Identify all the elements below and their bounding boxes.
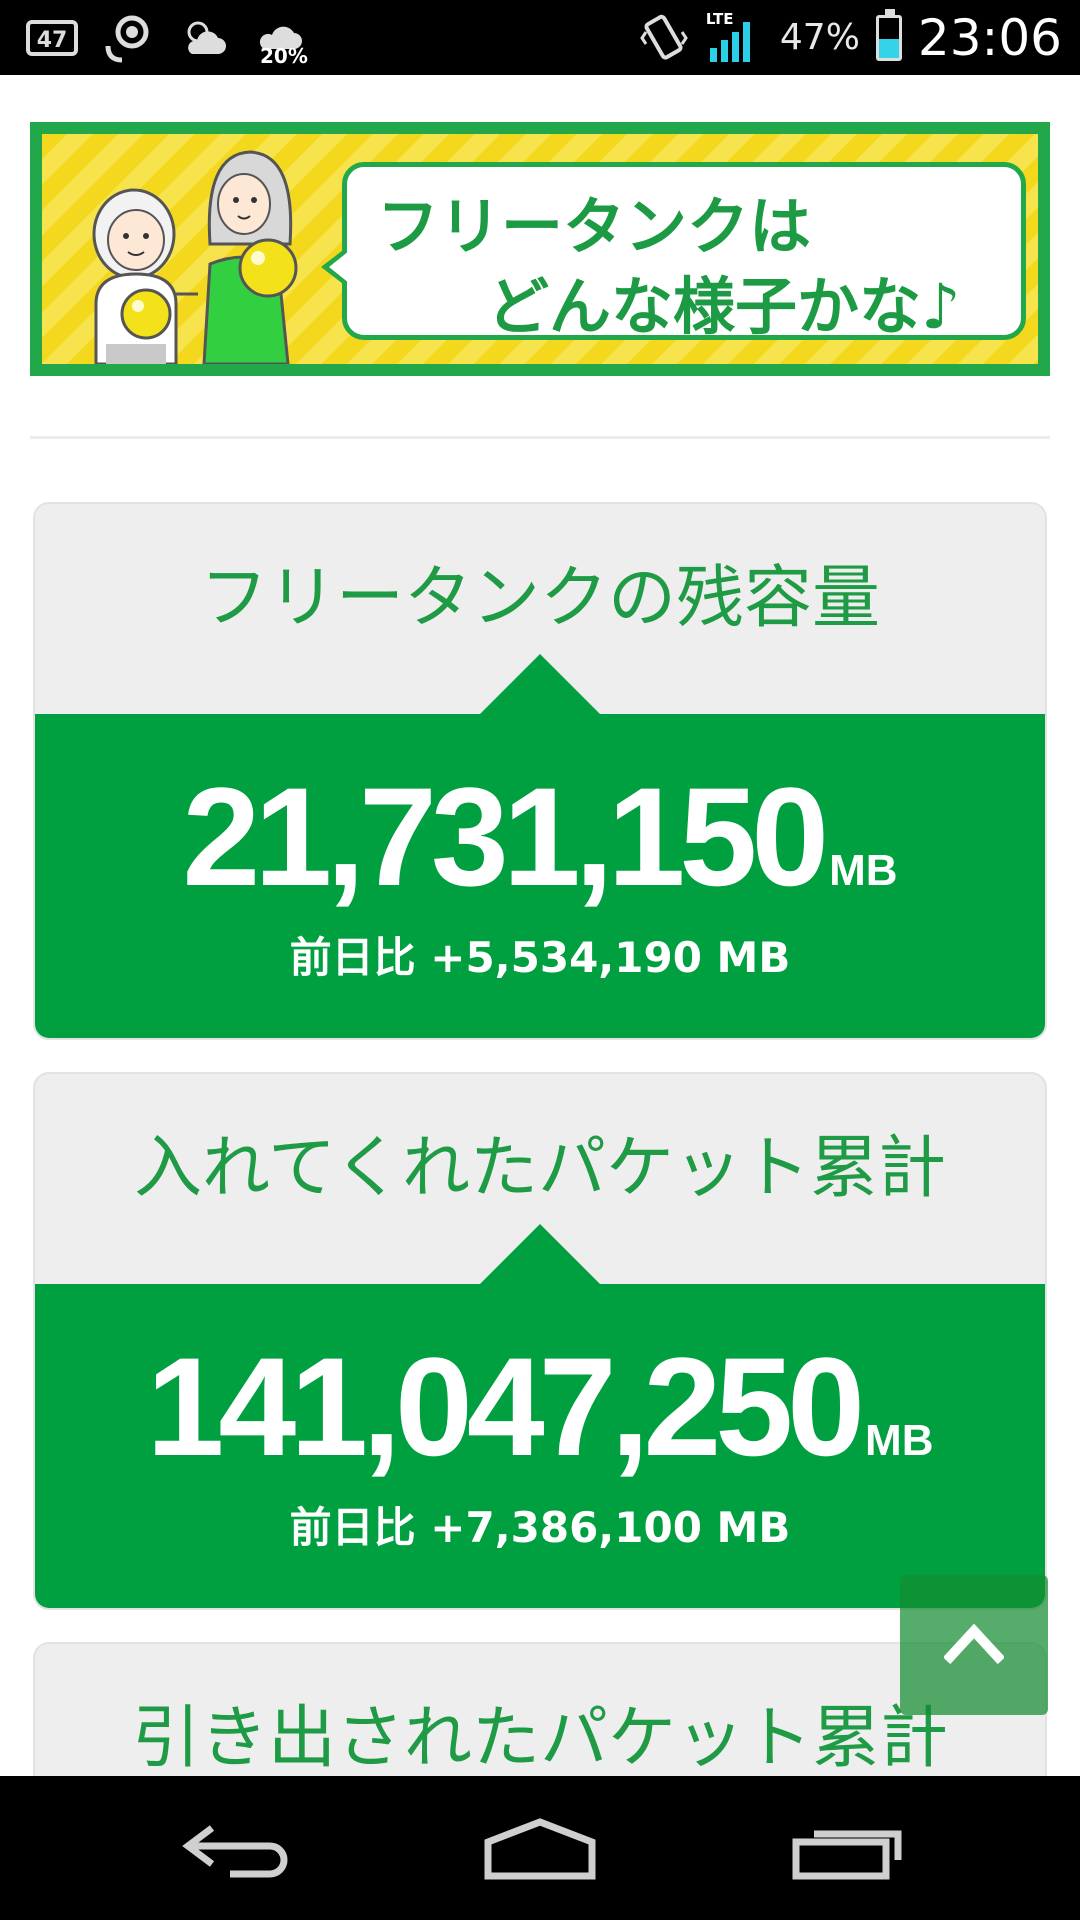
status-bar-right: LTE 47% 23:06 bbox=[638, 0, 1062, 75]
home-icon bbox=[484, 1818, 596, 1880]
scroll-to-top-button[interactable] bbox=[900, 1575, 1048, 1715]
card-value-panel: 141,047,250 MB 前日比 +7,386,100 MB bbox=[35, 1224, 1045, 1608]
sync-icon bbox=[102, 12, 154, 64]
battery-icon bbox=[875, 8, 902, 61]
vibrate-icon bbox=[638, 12, 690, 64]
rain-chance-text: 20% bbox=[260, 43, 308, 68]
notification-count-icon: 47 bbox=[26, 12, 78, 64]
recent-apps-icon bbox=[792, 1830, 902, 1880]
card-unit: MB bbox=[865, 1416, 934, 1465]
elderly-woman-illustration bbox=[202, 150, 298, 364]
card-value: 141,047,250 bbox=[146, 1328, 866, 1485]
card-diff: 前日比 +5,534,190 MB bbox=[289, 933, 791, 982]
free-tank-banner[interactable]: フリータンクは どんな様子かな♪ bbox=[30, 122, 1050, 376]
card-unit: MB bbox=[829, 846, 898, 895]
banner-speech-bubble: フリータンクは どんな様子かな♪ bbox=[321, 162, 1026, 343]
banner-illustration: フリータンクは どんな様子かな♪ bbox=[42, 134, 1038, 364]
status-bar-left: 47 20% bbox=[26, 10, 308, 68]
section-divider bbox=[30, 436, 1050, 439]
clock: 23:06 bbox=[917, 8, 1062, 67]
card-value: 21,731,150 bbox=[182, 758, 829, 915]
nav-back-button[interactable] bbox=[170, 1816, 310, 1886]
back-arrow-icon bbox=[182, 1825, 288, 1878]
chevron-up-icon bbox=[944, 1623, 1004, 1665]
status-bar: 47 20% LTE 47% 23:06 bbox=[0, 0, 1080, 75]
card-diff: 前日比 +7,386,100 MB bbox=[289, 1503, 791, 1552]
battery-percent: 47% bbox=[779, 17, 860, 58]
banner-text-line1: フリータンクは bbox=[377, 190, 812, 263]
card-value-panel: 21,731,150 MB 前日比 +5,534,190 MB bbox=[35, 654, 1045, 1038]
system-navigation-bar bbox=[0, 1776, 1080, 1920]
nav-home-button[interactable] bbox=[470, 1816, 610, 1886]
banner-text-line2: どんな様子かな♪ bbox=[487, 270, 961, 343]
elderly-man-illustration bbox=[92, 188, 198, 364]
weather-partly-cloudy-icon bbox=[178, 12, 230, 64]
remaining-capacity-card: フリータンクの残容量 21,731,150 MB 前日比 +5,534,190 M… bbox=[33, 502, 1047, 1040]
rain-chance-icon: 20% bbox=[254, 12, 308, 68]
packets-in-total-card: 入れてくれたパケット累計 141,047,250 MB 前日比 +7,386,10… bbox=[33, 1072, 1047, 1610]
svg-text:47: 47 bbox=[37, 28, 68, 53]
lte-signal-icon: LTE bbox=[706, 10, 764, 64]
nav-recents-button[interactable] bbox=[780, 1816, 920, 1886]
